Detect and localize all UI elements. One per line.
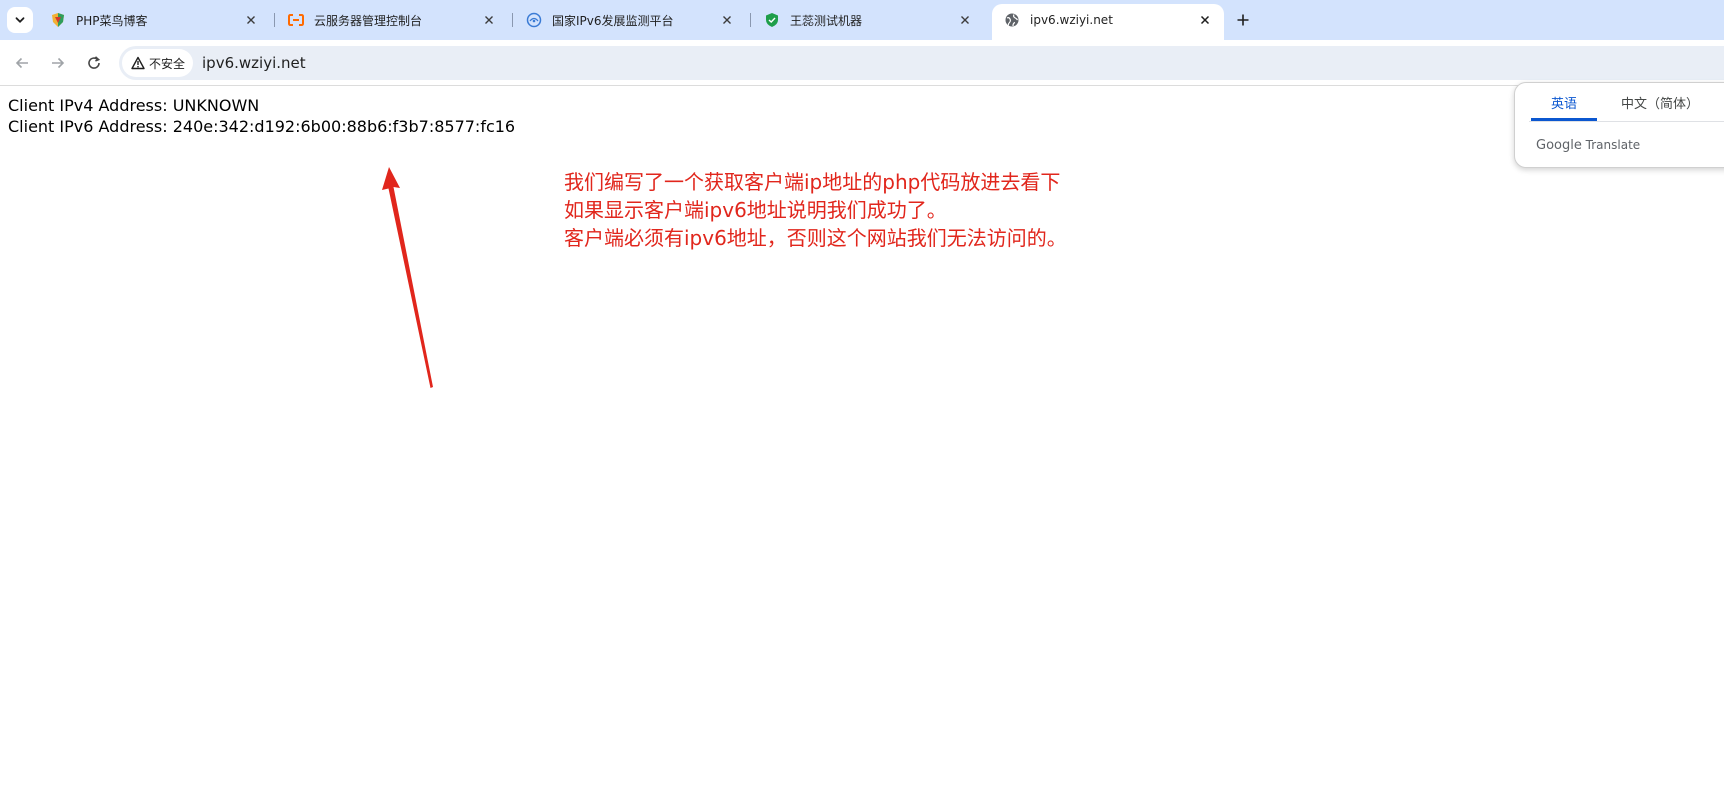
close-icon[interactable]	[956, 11, 974, 29]
tab-separator	[512, 13, 513, 27]
aliyun-favicon-icon	[288, 12, 304, 28]
arrow-right-icon	[52, 57, 65, 69]
reload-button[interactable]	[80, 49, 108, 77]
php-blog-favicon-icon	[50, 12, 66, 28]
client-ipv4-line: Client IPv4 Address: UNKNOWN	[8, 96, 260, 115]
google-logo-text: Google	[1536, 138, 1582, 153]
translate-label: Translate	[1585, 138, 1641, 152]
close-icon[interactable]	[718, 11, 736, 29]
chevron-down-icon	[15, 17, 25, 23]
tab-strip: PHP菜鸟博客 云服务器管理控制台 国家IPv6发展监测平台 王蕊测试机器 ip…	[0, 0, 1724, 40]
popup-divider	[1529, 121, 1724, 122]
site-security-chip[interactable]: 不安全	[122, 49, 194, 77]
forward-button[interactable]	[44, 49, 72, 77]
ipv6-monitor-favicon-icon	[526, 12, 542, 28]
close-icon[interactable]	[1196, 11, 1214, 29]
annotation-text: 我们编写了一个获取客户端ip地址的php代码放进去看下 如果显示客户端ipv6地…	[564, 168, 1067, 252]
tab-ipv6-wziyi[interactable]: ipv6.wziyi.net	[992, 4, 1224, 40]
warning-icon	[131, 56, 145, 70]
back-button[interactable]	[8, 49, 36, 77]
page-content: Client IPv4 Address: UNKNOWN Client IPv6…	[0, 87, 1724, 790]
client-ipv6-line: Client IPv6 Address: 240e:342:d192:6b00:…	[8, 117, 516, 136]
tab-php-blog[interactable]: PHP菜鸟博客	[38, 4, 270, 36]
tab-title: 王蕊测试机器	[790, 13, 863, 28]
arrow-left-icon	[15, 57, 28, 69]
new-tab-button[interactable]	[1231, 8, 1255, 32]
annotation-line-2: 如果显示客户端ipv6地址说明我们成功了。	[564, 198, 947, 222]
annotation-line-1: 我们编写了一个获取客户端ip地址的php代码放进去看下	[564, 170, 1061, 194]
plus-icon	[1237, 14, 1249, 26]
tab-ipv6-monitor[interactable]: 国家IPv6发展监测平台	[514, 4, 746, 36]
tab-test-machine[interactable]: 王蕊测试机器	[752, 4, 984, 36]
annotation-line-3: 客户端必须有ipv6地址，否则这个网站我们无法访问的。	[564, 226, 1067, 250]
source-language-tab[interactable]: 英语	[1531, 95, 1597, 121]
tab-separator	[750, 13, 751, 27]
security-label: 不安全	[149, 56, 186, 71]
reload-icon	[88, 56, 101, 69]
tab-title: 国家IPv6发展监测平台	[552, 13, 674, 28]
close-icon[interactable]	[242, 11, 260, 29]
tab-cloud-console[interactable]: 云服务器管理控制台	[276, 4, 508, 36]
globe-icon	[1004, 12, 1020, 28]
tab-separator	[274, 13, 275, 27]
tab-title: 云服务器管理控制台	[314, 13, 423, 28]
address-bar[interactable]: 不安全 ipv6.wziyi.net	[119, 46, 1724, 80]
url-text[interactable]: ipv6.wziyi.net	[202, 54, 306, 72]
google-translate-brand: Google Translate	[1536, 138, 1640, 153]
tab-title: ipv6.wziyi.net	[1030, 13, 1113, 27]
close-icon[interactable]	[480, 11, 498, 29]
tab-title: PHP菜鸟博客	[76, 13, 148, 28]
annotation-arrow	[382, 167, 433, 388]
shield-favicon-icon	[764, 12, 780, 28]
translate-popup: 英语 中文（简体） Google Translate	[1514, 82, 1724, 168]
browser-toolbar: 不安全 ipv6.wziyi.net	[0, 40, 1724, 86]
target-language-tab[interactable]: 中文（简体）	[1607, 95, 1713, 121]
tab-search-button[interactable]	[7, 7, 33, 33]
